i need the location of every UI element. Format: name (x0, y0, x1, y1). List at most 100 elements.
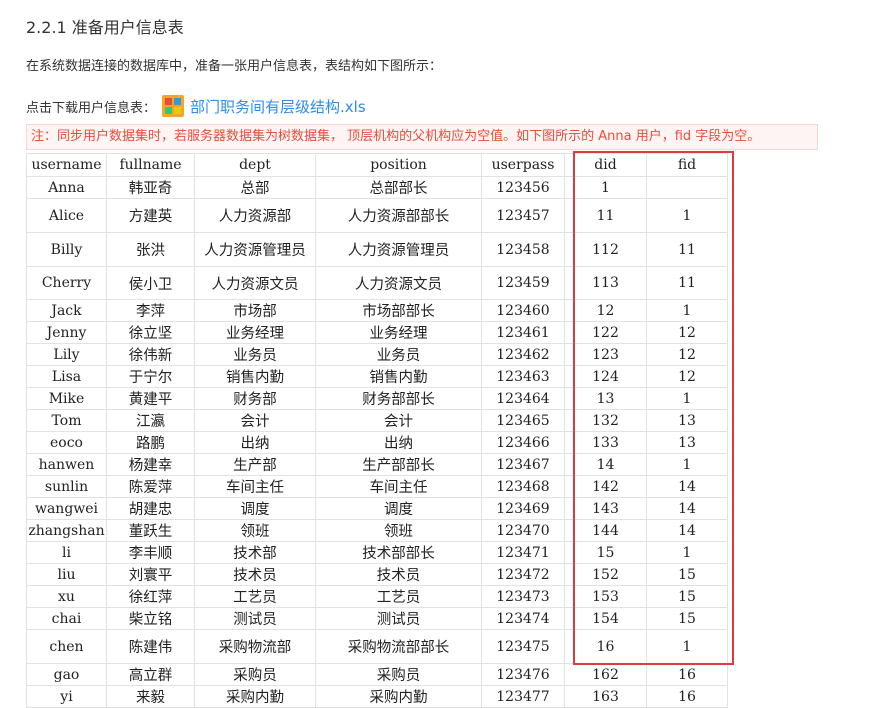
table-cell-username: wangwei (26, 497, 107, 520)
table-cell-fid: 13 (646, 409, 728, 432)
table-cell-did: 13 (564, 387, 647, 410)
table-cell-fullname: 徐伟新 (106, 343, 195, 366)
table-cell-username: chai (26, 607, 107, 630)
table-cell-fullname: 董跃生 (106, 519, 195, 542)
table-cell-username: Jenny (26, 321, 107, 344)
table-cell-fid: 1 (646, 198, 728, 233)
table-cell-fid: 12 (646, 365, 728, 388)
table-cell-fid: 15 (646, 563, 728, 586)
table-cell-fullname: 于宁尔 (106, 365, 195, 388)
table-cell-username: Jack (26, 299, 107, 322)
table-cell-fid: 12 (646, 343, 728, 366)
download-file-link[interactable]: 部门职务间有层级结构.xls (190, 96, 366, 117)
table-cell-position: 总部部长 (315, 176, 482, 199)
table-cell-dept: 人力资源管理员 (194, 232, 316, 267)
table-cell-username: liu (26, 563, 107, 586)
table-cell-did: 153 (564, 585, 647, 608)
table-cell-did: 123 (564, 343, 647, 366)
table-cell-fullname: 胡建忠 (106, 497, 195, 520)
table-cell-position: 出纳 (315, 431, 482, 454)
table-cell-userpass: 123462 (481, 343, 565, 366)
table-cell-userpass: 123460 (481, 299, 565, 322)
table-cell-dept: 市场部 (194, 299, 316, 322)
table-cell-userpass: 123471 (481, 541, 565, 564)
table-row: Cherry 侯小卫 人力资源文员 人力资源文员 123459 113 11 (26, 266, 728, 300)
table-cell-userpass: 123458 (481, 232, 565, 267)
table-cell-fullname: 徐红萍 (106, 585, 195, 608)
table-cell-dept: 采购员 (194, 663, 316, 686)
column-header-dept: dept (194, 153, 316, 177)
table-cell-position: 生产部部长 (315, 453, 482, 476)
table-cell-fullname: 黄建平 (106, 387, 195, 410)
table-row: eoco 路鹏 出纳 出纳 123466 133 13 (26, 431, 728, 454)
table-cell-position: 技术员 (315, 563, 482, 586)
table-cell-fullname: 路鹏 (106, 431, 195, 454)
table-cell-fullname: 来毅 (106, 685, 195, 708)
table-cell-userpass: 123474 (481, 607, 565, 630)
table-cell-dept: 生产部 (194, 453, 316, 476)
table-cell-did: 142 (564, 475, 647, 498)
table-cell-position: 财务部部长 (315, 387, 482, 410)
table-cell-did: 154 (564, 607, 647, 630)
table-cell-fid: 14 (646, 497, 728, 520)
table-row: sunlin 陈爱萍 车间主任 车间主任 123468 142 14 (26, 475, 728, 498)
table-row: liu 刘寰平 技术员 技术员 123472 152 15 (26, 563, 728, 586)
table-cell-username: hanwen (26, 453, 107, 476)
table-cell-did: 14 (564, 453, 647, 476)
table-cell-fullname: 江瀛 (106, 409, 195, 432)
table-cell-did: 162 (564, 663, 647, 686)
table-cell-position: 领班 (315, 519, 482, 542)
table-cell-did: 15 (564, 541, 647, 564)
table-cell-position: 人力资源管理员 (315, 232, 482, 267)
table-cell-fullname: 李丰顺 (106, 541, 195, 564)
table-cell-fid: 16 (646, 685, 728, 708)
table-cell-did: 11 (564, 198, 647, 233)
section-title: 2.2.1 准备用户信息表 (26, 18, 184, 37)
table-cell-fid: 1 (646, 299, 728, 322)
table-cell-username: gao (26, 663, 107, 686)
table-row: Jack 李萍 市场部 市场部部长 123460 12 1 (26, 299, 728, 322)
table-cell-position: 人力资源部部长 (315, 198, 482, 233)
table-row: gao 高立群 采购员 采购员 123476 162 16 (26, 663, 728, 686)
table-cell-userpass: 123473 (481, 585, 565, 608)
table-row: Tom 江瀛 会计 会计 123465 132 13 (26, 409, 728, 432)
column-header-fullname: fullname (106, 153, 195, 177)
user-info-table: username fullname dept position userpass did f… (26, 153, 728, 708)
table-header-row: username fullname dept position userpass did f… (26, 153, 728, 177)
table-cell-userpass: 123476 (481, 663, 565, 686)
table-cell-fullname: 陈爱萍 (106, 475, 195, 498)
table-cell-userpass: 123470 (481, 519, 565, 542)
column-header-did: did (564, 153, 647, 177)
table-row: yi 来毅 采购内勤 采购内勤 123477 163 16 (26, 685, 728, 708)
column-header-userpass: userpass (481, 153, 565, 177)
table-cell-did: 124 (564, 365, 647, 388)
table-cell-username: Alice (26, 198, 107, 233)
table-cell-fid: 1 (646, 453, 728, 476)
table-cell-did: 163 (564, 685, 647, 708)
table-cell-fid: 11 (646, 266, 728, 300)
table-cell-did: 132 (564, 409, 647, 432)
download-label: 点击下载用户信息表： (26, 100, 157, 116)
table-row: wangwei 胡建忠 调度 调度 123469 143 14 (26, 497, 728, 520)
table-cell-userpass: 123469 (481, 497, 565, 520)
table-cell-fid: 12 (646, 321, 728, 344)
table-cell-userpass: 123457 (481, 198, 565, 233)
table-cell-position: 技术部部长 (315, 541, 482, 564)
column-header-username: username (26, 153, 107, 177)
table-cell-dept: 人力资源文员 (194, 266, 316, 300)
table-cell-did: 122 (564, 321, 647, 344)
table-cell-dept: 会计 (194, 409, 316, 432)
table-row: xu 徐红萍 工艺员 工艺员 123473 153 15 (26, 585, 728, 608)
table-row: Alice 方建英 人力资源部 人力资源部部长 123457 11 1 (26, 198, 728, 233)
spreadsheet-file-icon (162, 95, 185, 117)
table-cell-username: Cherry (26, 266, 107, 300)
table-row: zhangshan 董跃生 领班 领班 123470 144 14 (26, 519, 728, 542)
table-cell-dept: 人力资源部 (194, 198, 316, 233)
table-cell-username: Mike (26, 387, 107, 410)
table-cell-fullname: 侯小卫 (106, 266, 195, 300)
table-cell-fullname: 徐立坚 (106, 321, 195, 344)
table-cell-dept: 技术部 (194, 541, 316, 564)
table-cell-did: 112 (564, 232, 647, 267)
table-cell-fid (646, 176, 728, 199)
table-cell-did: 152 (564, 563, 647, 586)
